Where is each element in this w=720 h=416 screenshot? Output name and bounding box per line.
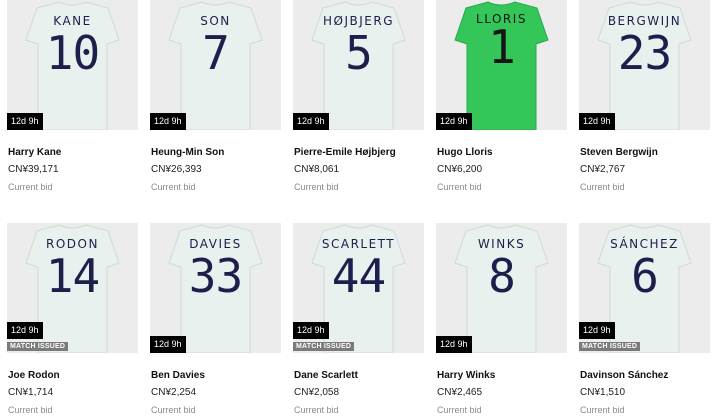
badges: 12d 9h [436, 334, 472, 353]
time-left-badge: 12d 9h [579, 113, 615, 130]
current-price: CN¥39,171 [8, 164, 59, 175]
player-name[interactable]: Ben Davies [151, 370, 205, 381]
time-left-badge: 12d 9h [293, 113, 329, 130]
bid-label: Current bid [294, 405, 339, 415]
badges: 12d 9h [293, 111, 329, 130]
listing-card[interactable]: SCARLETT 44 12d 9h MATCH ISSUED Dane Sca… [293, 223, 424, 416]
match-issued-badge: MATCH ISSUED [7, 342, 69, 351]
badges: 12d 9h [579, 111, 615, 130]
shirt-image[interactable]: SON 7 12d 9h [150, 0, 281, 130]
shirt-number: 14 [45, 249, 100, 303]
time-left-badge: 12d 9h [579, 322, 615, 339]
bid-label: Current bid [8, 182, 53, 192]
current-price: CN¥2,465 [437, 387, 483, 398]
player-name[interactable]: Davinson Sánchez [580, 370, 668, 381]
player-name[interactable]: Heung-Min Son [151, 147, 224, 158]
current-price: CN¥8,061 [294, 164, 340, 175]
current-price: CN¥6,200 [437, 164, 483, 175]
shirt-image[interactable]: DAVIES 33 12d 9h [150, 223, 281, 353]
listing-card[interactable]: KANE 10 12d 9h Harry Kane CN¥39,171 Curr… [7, 0, 138, 193]
badges: 12d 9h [7, 111, 43, 130]
listing-card[interactable]: SÁNCHEZ 6 12d 9h MATCH ISSUED Davinson S… [579, 223, 710, 416]
time-left-badge: 12d 9h [436, 336, 472, 353]
player-name[interactable]: Hugo Lloris [437, 147, 493, 158]
bid-label: Current bid [580, 182, 625, 192]
listing-card[interactable]: LLORIS 1 12d 9h Hugo Lloris CN¥6,200 Cur… [436, 0, 567, 193]
time-left-badge: 12d 9h [436, 113, 472, 130]
match-issued-badge: MATCH ISSUED [579, 342, 641, 351]
current-price: CN¥2,767 [580, 164, 626, 175]
bid-label: Current bid [151, 405, 196, 415]
listing-card[interactable]: SON 7 12d 9h Heung-Min Son CN¥26,393 Cur… [150, 0, 281, 193]
shirt-image[interactable]: KANE 10 12d 9h [7, 0, 138, 130]
time-left-badge: 12d 9h [150, 113, 186, 130]
shirt-number: 8 [488, 249, 516, 303]
current-price: CN¥2,058 [294, 387, 340, 398]
player-name[interactable]: Joe Rodon [8, 370, 60, 381]
shirt-number: 1 [488, 20, 516, 74]
shirt-image[interactable]: HØJBJERG 5 12d 9h [293, 0, 424, 130]
shirt-number: 44 [331, 249, 386, 303]
shirt-number: 23 [617, 26, 672, 80]
bid-label: Current bid [294, 182, 339, 192]
shirt-image[interactable]: BERGWIJN 23 12d 9h [579, 0, 710, 130]
bid-label: Current bid [437, 405, 482, 415]
current-price: CN¥2,254 [151, 387, 197, 398]
shirt-image[interactable]: RODON 14 12d 9h MATCH ISSUED [7, 223, 138, 353]
player-name[interactable]: Harry Kane [8, 147, 61, 158]
badges: 12d 9h MATCH ISSUED [7, 320, 69, 351]
player-name[interactable]: Harry Winks [437, 370, 495, 381]
current-price: CN¥1,714 [8, 387, 54, 398]
shirt-number: 33 [188, 249, 243, 303]
player-name[interactable]: Steven Bergwijn [580, 147, 658, 158]
match-issued-badge: MATCH ISSUED [293, 342, 355, 351]
listing-card[interactable]: WINKS 8 12d 9h Harry Winks CN¥2,465 Curr… [436, 223, 567, 416]
shirt-number: 6 [631, 249, 659, 303]
player-name[interactable]: Dane Scarlett [294, 370, 358, 381]
time-left-badge: 12d 9h [293, 322, 329, 339]
badges: 12d 9h MATCH ISSUED [293, 320, 355, 351]
current-price: CN¥26,393 [151, 164, 202, 175]
shirt-image[interactable]: WINKS 8 12d 9h [436, 223, 567, 353]
badges: 12d 9h [150, 334, 186, 353]
bid-label: Current bid [8, 405, 53, 415]
bid-label: Current bid [437, 182, 482, 192]
shirt-image[interactable]: LLORIS 1 12d 9h [436, 0, 567, 130]
time-left-badge: 12d 9h [7, 113, 43, 130]
shirt-number: 7 [202, 26, 230, 80]
shirt-image[interactable]: SÁNCHEZ 6 12d 9h MATCH ISSUED [579, 223, 710, 353]
listing-card[interactable]: BERGWIJN 23 12d 9h Steven Bergwijn CN¥2,… [579, 0, 710, 193]
time-left-badge: 12d 9h [150, 336, 186, 353]
shirt-image[interactable]: SCARLETT 44 12d 9h MATCH ISSUED [293, 223, 424, 353]
listing-card[interactable]: RODON 14 12d 9h MATCH ISSUED Joe Rodon C… [7, 223, 138, 416]
badges: 12d 9h [436, 111, 472, 130]
listing-card[interactable]: DAVIES 33 12d 9h Ben Davies CN¥2,254 Cur… [150, 223, 281, 416]
bid-label: Current bid [580, 405, 625, 415]
badges: 12d 9h MATCH ISSUED [579, 320, 641, 351]
player-name[interactable]: Pierre-Emile Højbjerg [294, 147, 396, 158]
shirt-number: 5 [345, 26, 373, 80]
time-left-badge: 12d 9h [7, 322, 43, 339]
listing-grid: KANE 10 12d 9h Harry Kane CN¥39,171 Curr… [7, 0, 710, 416]
current-price: CN¥1,510 [580, 387, 626, 398]
badges: 12d 9h [150, 111, 186, 130]
listing-card[interactable]: HØJBJERG 5 12d 9h Pierre-Emile Højbjerg … [293, 0, 424, 193]
bid-label: Current bid [151, 182, 196, 192]
shirt-number: 10 [45, 26, 100, 80]
